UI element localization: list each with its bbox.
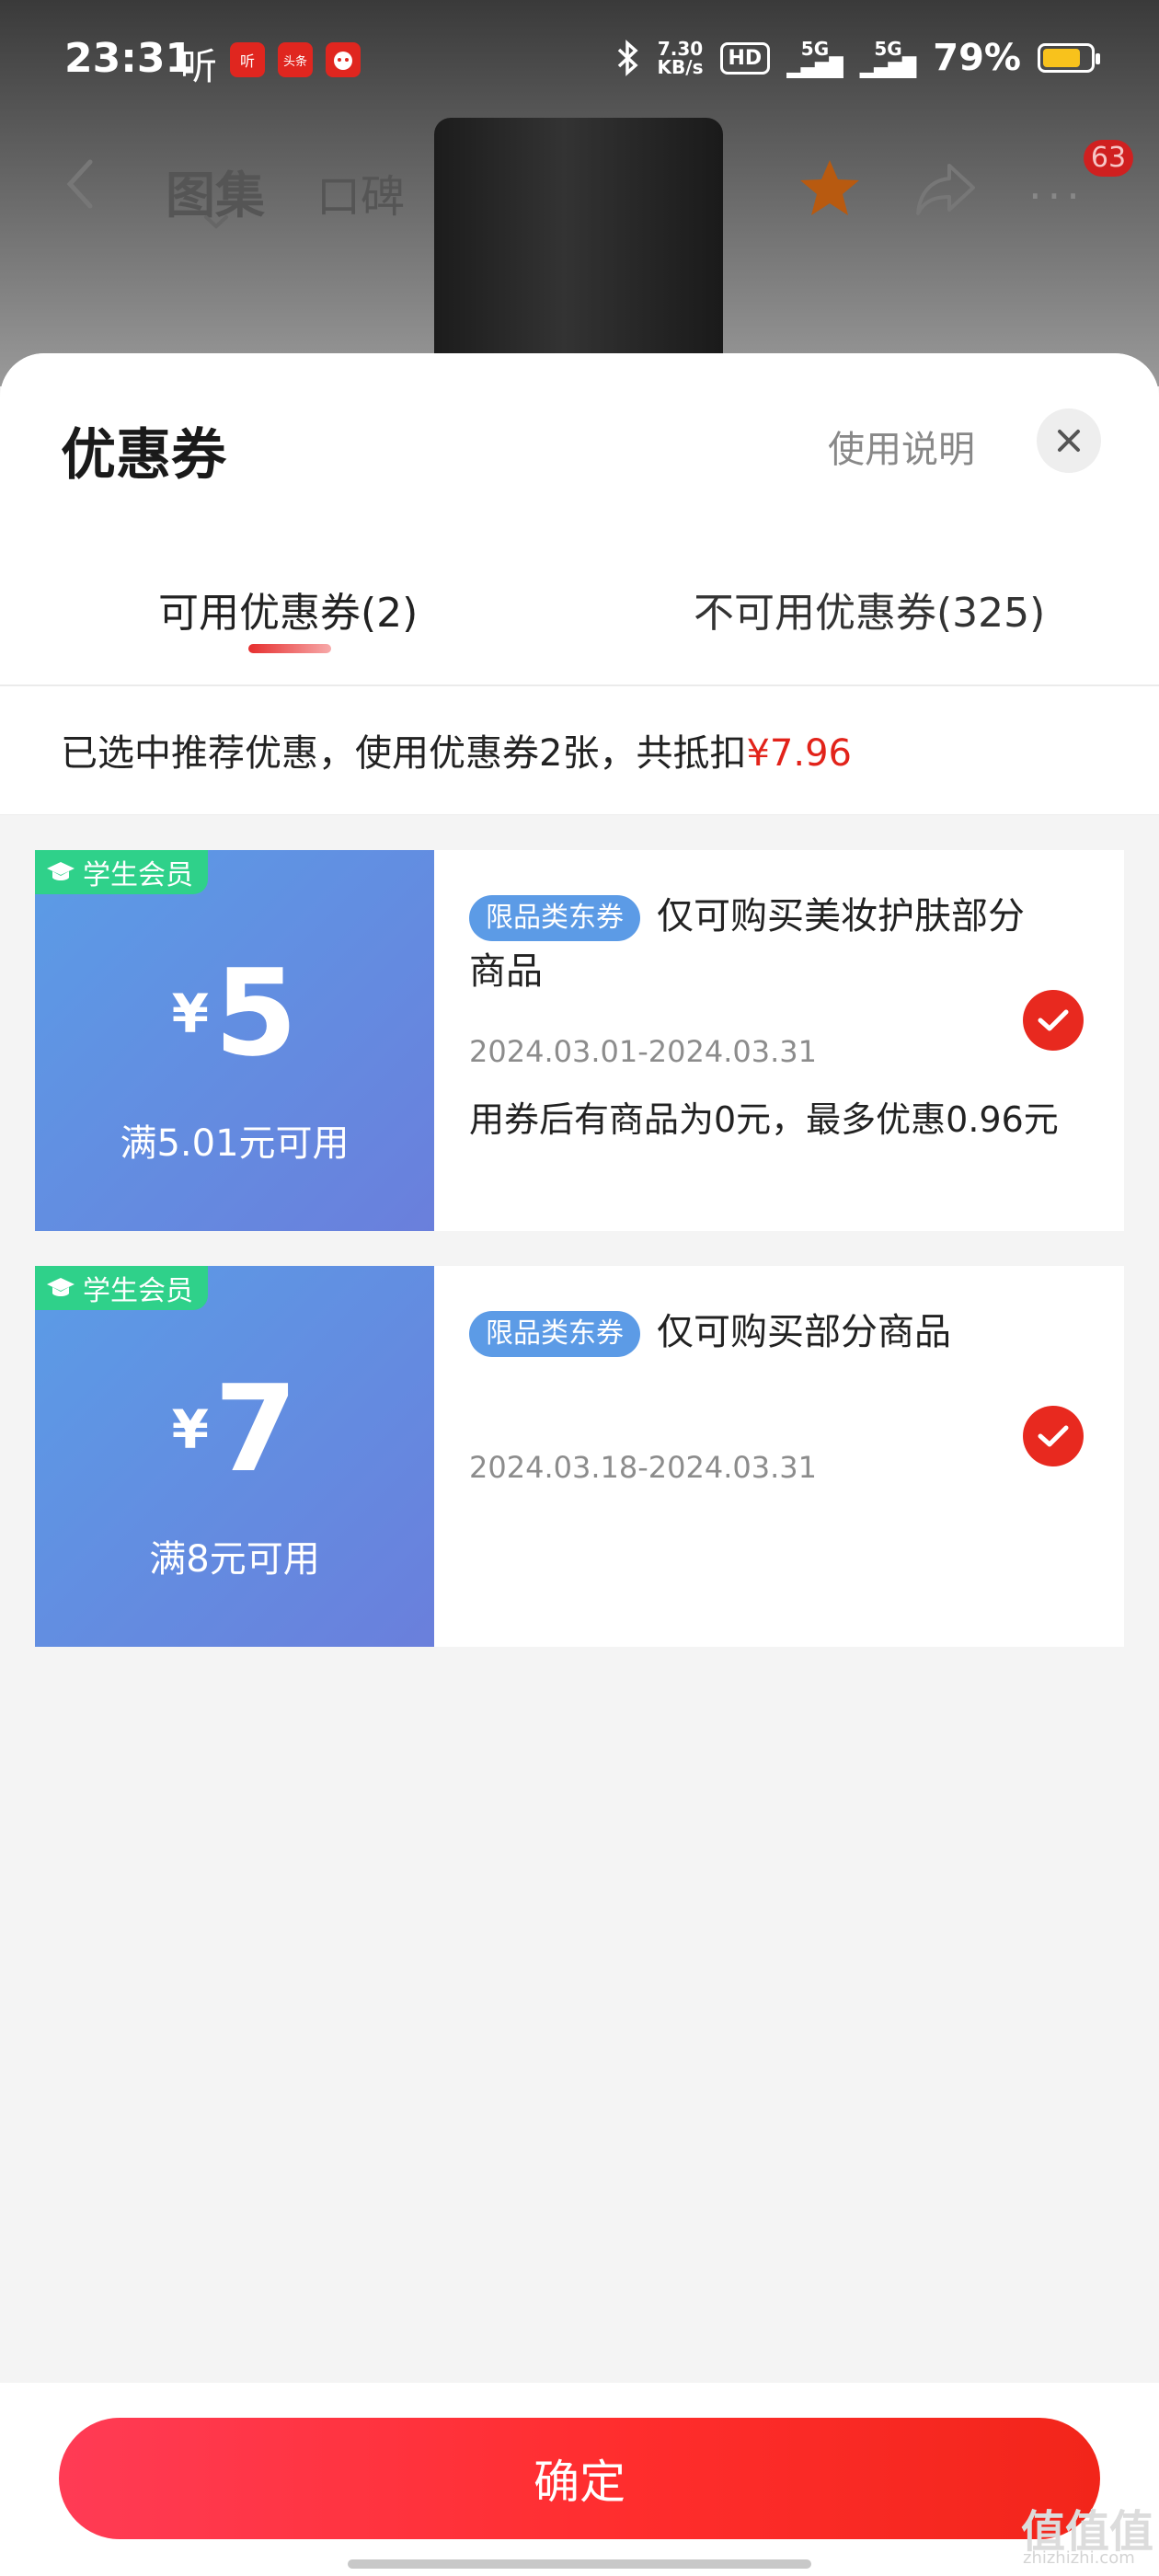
hd-icon: HD <box>719 41 771 75</box>
coupon-currency: ¥ <box>171 1398 209 1461</box>
share-icon[interactable] <box>912 156 979 219</box>
coupon-condition: 满5.01元可用 <box>120 1122 350 1165</box>
confirm-button[interactable]: 确定 <box>59 2418 1100 2539</box>
battery-level <box>1043 49 1080 67</box>
sheet-header: 优惠券 使用说明 可用优惠券(2) 不可用优惠券(325) <box>0 353 1159 686</box>
signal-5g-icon-2: 5G ▂▄▆█ <box>859 38 917 78</box>
product-nav-bar: 图集 口碑 ··· 63 <box>0 138 1159 239</box>
app-notification-icon: 听 <box>230 42 265 77</box>
mascot-app-icon <box>326 42 361 77</box>
signal-5g-label-2: 5G <box>874 38 902 60</box>
coupon-tag-label: 学生会员 <box>83 859 193 891</box>
network-speed: 7.30 KB/s <box>658 40 704 76</box>
coupon-card[interactable]: 学生会员 ¥5 满5.01元可用 限品类东券 仅可购买美妆护肤部分商品 2024.… <box>28 850 1124 1231</box>
coupon-details: 限品类东券 仅可购买部分商品 2024.03.18-2024.03.31 <box>434 1266 1124 1647</box>
coupon-date-range: 2024.03.01-2024.03.31 <box>469 1034 817 1069</box>
coupon-date-range: 2024.03.18-2024.03.31 <box>469 1450 817 1485</box>
sheet-footer: 确定 <box>0 2383 1159 2576</box>
battery-percent: 79% <box>933 37 1021 79</box>
tab-unavailable-coupons[interactable]: 不可用优惠券(325) <box>694 580 1045 638</box>
coupon-currency: ¥ <box>171 983 209 1045</box>
student-member-tag: 学生会员 <box>35 1266 208 1310</box>
close-button[interactable] <box>1037 408 1101 473</box>
usage-instructions-link[interactable]: 使用说明 <box>828 420 975 473</box>
graduation-cap-icon <box>47 1278 75 1296</box>
news-app-icon: 头条 <box>278 42 313 77</box>
notification-badge: 63 <box>1084 140 1133 177</box>
coupon-description-block: 限品类东券 仅可购买美妆护肤部分商品 <box>469 889 1058 999</box>
coupon-value: ¥5 <box>35 953 434 1073</box>
coupon-description: 仅可购买部分商品 <box>657 1311 951 1353</box>
coupon-description-block: 限品类东券 仅可购买部分商品 <box>469 1305 1058 1360</box>
close-icon <box>1058 430 1080 452</box>
status-time: 23:31 <box>64 35 194 82</box>
coupon-value-panel: 学生会员 ¥5 满5.01元可用 <box>28 850 434 1231</box>
graduation-cap-icon <box>47 862 75 880</box>
back-arrow-icon[interactable] <box>59 156 103 212</box>
watermark-url: zhizhizhi.com <box>1023 2548 1135 2568</box>
network-speed-value: 7.30 <box>657 38 704 60</box>
sheet-title: 优惠券 <box>61 423 226 488</box>
coupon-note: 用券后有商品为0元，最多优惠0.96元 <box>469 1099 1059 1140</box>
discount-summary: 已选中推荐优惠，使用优惠券2张，共抵扣¥7.96 <box>0 686 1159 815</box>
signal-5g-icon: 5G ▂▄▆█ <box>786 38 843 78</box>
coupon-selected-checkbox[interactable] <box>1023 990 1084 1051</box>
favorite-star-icon[interactable] <box>797 155 863 221</box>
summary-text: 已选中推荐优惠，使用优惠券2张，共抵扣¥7.96 <box>61 723 852 776</box>
status-right-group: 7.30 KB/s HD 5G ▂▄▆█ 5G ▂▄▆█ 79% <box>614 37 1100 79</box>
coupon-selected-checkbox[interactable] <box>1023 1406 1084 1466</box>
summary-amount: ¥7.96 <box>746 732 852 775</box>
student-member-tag: 学生会员 <box>35 850 208 894</box>
check-icon <box>1038 1009 1069 1031</box>
coupon-details: 限品类东券 仅可购买美妆护肤部分商品 2024.03.01-2024.03.31 … <box>434 850 1124 1231</box>
coupon-value-panel: 学生会员 ¥7 满8元可用 <box>28 1266 434 1647</box>
home-indicator[interactable] <box>348 2559 811 2569</box>
network-speed-unit: KB/s <box>657 56 704 78</box>
tab-reviews[interactable]: 口碑 <box>316 160 405 224</box>
active-tab-indicator <box>248 644 331 653</box>
status-listen-label: 听 <box>180 46 217 88</box>
summary-prefix: 已选中推荐优惠，使用优惠券2张，共抵扣 <box>61 732 747 775</box>
coupon-value: ¥7 <box>35 1369 434 1489</box>
coupon-condition: 满8元可用 <box>149 1538 320 1581</box>
coupon-amount: 5 <box>213 943 298 1083</box>
coupon-category-chip: 限品类东券 <box>469 1311 640 1357</box>
coupon-sheet: 优惠券 使用说明 可用优惠券(2) 不可用优惠券(325) 已选中推荐优惠，使用… <box>0 353 1159 2576</box>
coupon-amount: 7 <box>213 1359 298 1499</box>
check-icon <box>1038 1425 1069 1447</box>
signal-5g-label: 5G <box>800 38 830 60</box>
battery-icon <box>1038 43 1100 73</box>
coupon-card[interactable]: 学生会员 ¥7 满8元可用 限品类东券 仅可购买部分商品 2024.03.18-2… <box>28 1266 1124 1647</box>
bluetooth-icon <box>617 40 638 76</box>
more-icon[interactable]: ··· <box>1028 171 1085 221</box>
tab-available-coupons[interactable]: 可用优惠券(2) <box>158 580 418 638</box>
chevron-down-icon <box>204 215 228 229</box>
coupon-tag-label: 学生会员 <box>83 1275 193 1307</box>
status-bar: 23:31 听 听 头条 7.30 KB/s HD 5G ▂▄▆█ 5G ▂▄▆█ … <box>0 0 1159 121</box>
coupon-category-chip: 限品类东券 <box>469 895 640 941</box>
